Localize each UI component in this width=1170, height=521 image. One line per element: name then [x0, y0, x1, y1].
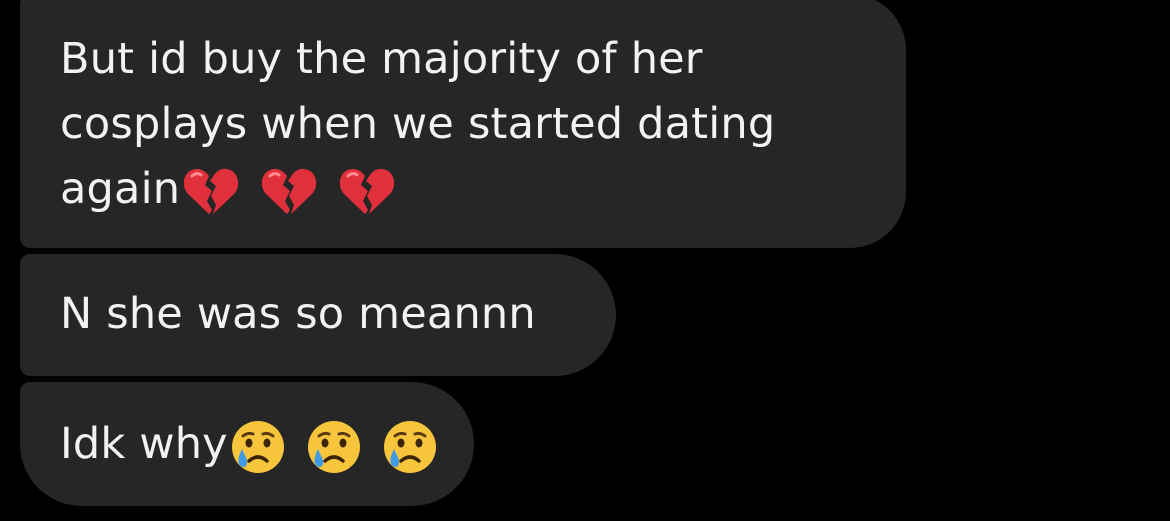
message-bubble[interactable]: But id buy the majority of her cosplays …	[20, 0, 906, 248]
message-bubble[interactable]: Idk why	[20, 382, 474, 506]
message-line: N she was so meannn	[60, 289, 536, 339]
emoji-group	[230, 419, 444, 475]
crying-face-icon	[307, 420, 360, 473]
broken-heart-icon	[184, 168, 239, 214]
message-line: Idk why	[60, 419, 228, 469]
crying-face-icon	[383, 420, 436, 473]
message-line: cosplays when we started dating	[60, 99, 776, 149]
message-bubble[interactable]: N she was so meannn	[20, 254, 616, 376]
crying-face-icon	[231, 420, 284, 473]
message-line-wrap: Idk why	[60, 412, 474, 477]
message-line-wrap: again	[60, 157, 906, 222]
emoji-group	[182, 164, 402, 220]
broken-heart-icon	[339, 168, 395, 214]
message-line: But id buy the majority of her	[60, 34, 703, 84]
broken-heart-icon	[261, 168, 317, 214]
message-line: again	[60, 164, 181, 214]
message-thread: But id buy the majority of her cosplays …	[0, 0, 1170, 521]
